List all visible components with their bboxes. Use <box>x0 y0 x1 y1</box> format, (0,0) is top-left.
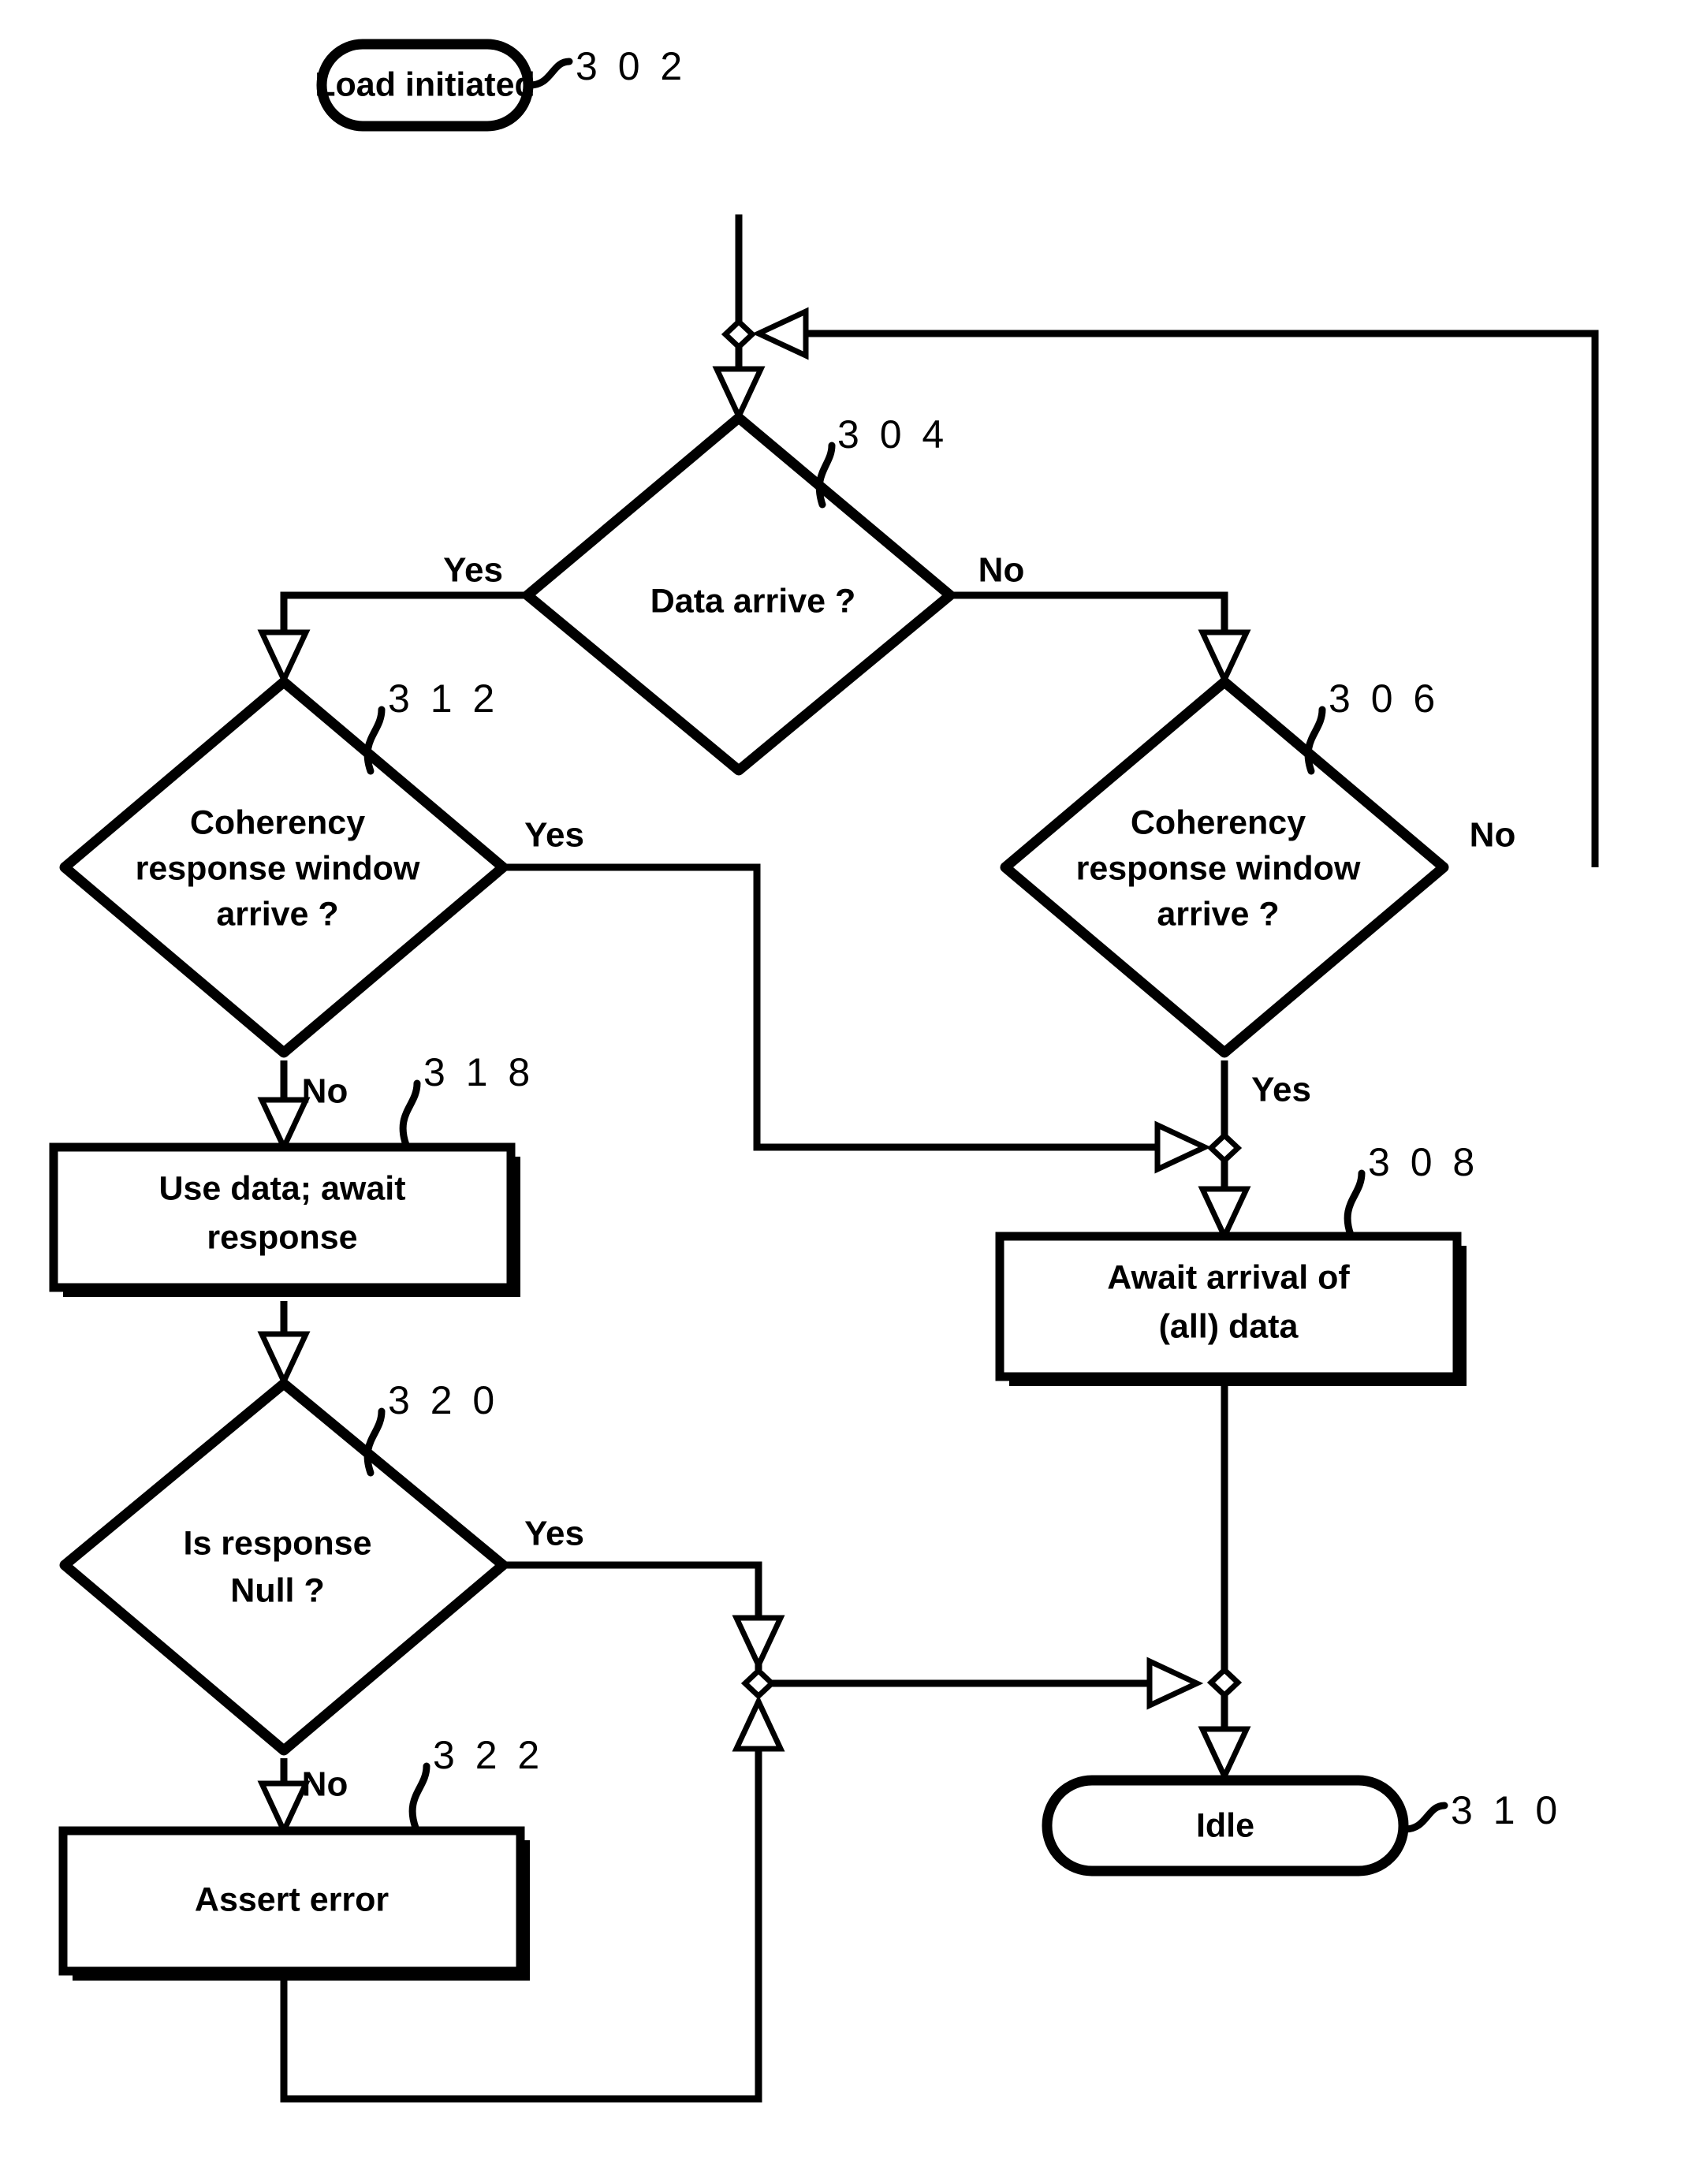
ref-306: 3 0 6 <box>1329 676 1440 721</box>
process-await-arrival[interactable] <box>995 1232 1462 1381</box>
connector-null-yes <box>505 1561 762 1670</box>
process-use-data-line1: Use data; await <box>158 1169 405 1207</box>
leader-308 <box>1344 1169 1366 1239</box>
ref-304: 3 0 4 <box>837 412 949 457</box>
ref-312: 3 1 2 <box>388 676 499 721</box>
arrowhead-into-junction4-from-bottom <box>732 1694 785 1752</box>
branch-label-coherency-right-no: No <box>1470 816 1516 855</box>
decision-is-response-null[interactable] <box>59 1378 509 1756</box>
connector-data-arrive-yes <box>280 591 526 674</box>
decision-coherency-right-line2: response window <box>1076 849 1361 887</box>
arrowhead-into-null-check <box>257 1331 311 1388</box>
process-use-data-line2: response <box>207 1218 357 1256</box>
arrowhead-into-junction3 <box>1146 1657 1204 1710</box>
connector-data-arrive-no <box>952 591 1228 674</box>
junction-node-4 <box>740 1667 777 1700</box>
leader-302 <box>526 58 573 89</box>
ref-308: 3 0 8 <box>1368 1140 1479 1184</box>
leader-310 <box>1401 1802 1448 1833</box>
ref-302: 3 0 2 <box>576 44 687 88</box>
decision-coherency-left-line1: Coherency <box>190 803 365 841</box>
flowchart-root: Load initiated 3 0 2 Data arrive ? 3 0 4… <box>0 0 1707 2184</box>
decision-data-arrive-label: Data arrive ? <box>650 582 856 620</box>
branch-label-coherency-right-yes: Yes <box>1251 1071 1311 1109</box>
ref-318: 3 1 8 <box>423 1050 535 1094</box>
ref-320: 3 2 0 <box>388 1378 499 1422</box>
arrowhead-into-await <box>1198 1186 1251 1243</box>
branch-label-coherency-left-yes: Yes <box>524 816 584 855</box>
flowchart-canvas: Load initiated 3 0 2 Data arrive ? 3 0 4… <box>49 39 1599 2103</box>
decision-null-line2: Null ? <box>230 1571 324 1609</box>
leader-322 <box>408 1762 430 1832</box>
junction-node-2 <box>1206 1131 1243 1165</box>
leader-318 <box>399 1079 421 1149</box>
ref-322: 3 2 2 <box>433 1733 544 1777</box>
branch-label-null-yes: Yes <box>524 1515 584 1553</box>
branch-label-data-arrive-no: No <box>978 551 1025 590</box>
arrowhead-into-assert-error <box>257 1780 311 1838</box>
arrowhead-into-junction2 <box>1154 1120 1212 1174</box>
terminal-load-initiated-label: Load initiated <box>315 65 535 103</box>
junction-node-3 <box>1206 1666 1243 1699</box>
arrowhead-into-data-arrive <box>712 366 766 423</box>
process-await-arrival-line2: (all) data <box>1159 1307 1299 1345</box>
arrowhead-into-junction4-from-top <box>732 1615 785 1672</box>
decision-coherency-left-line2: response window <box>136 849 420 887</box>
decision-coherency-right-line3: arrive ? <box>1157 895 1279 933</box>
arrowhead-into-use-data <box>257 1097 311 1154</box>
decision-coherency-right-line1: Coherency <box>1131 803 1306 841</box>
process-await-arrival-line1: Await arrival of <box>1107 1258 1350 1296</box>
arrowhead-into-idle <box>1198 1726 1251 1783</box>
arrowhead-into-coherency-right <box>1198 629 1251 687</box>
branch-label-coherency-left-no: No <box>302 1072 348 1111</box>
ref-310: 3 1 0 <box>1451 1788 1562 1832</box>
process-assert-error-label: Assert error <box>195 1880 389 1918</box>
branch-label-data-arrive-yes: Yes <box>443 551 503 590</box>
process-use-data[interactable] <box>49 1142 516 1292</box>
decision-coherency-left-line3: arrive ? <box>216 895 338 933</box>
branch-label-null-no: No <box>302 1765 348 1804</box>
terminal-idle-label: Idle <box>1196 1806 1254 1844</box>
arrowhead-into-coherency-left <box>257 629 311 687</box>
junction-node-1 <box>721 318 757 351</box>
arrowhead-feedback-into-junction1 <box>751 307 809 360</box>
decision-null-line1: Is response <box>184 1524 372 1562</box>
